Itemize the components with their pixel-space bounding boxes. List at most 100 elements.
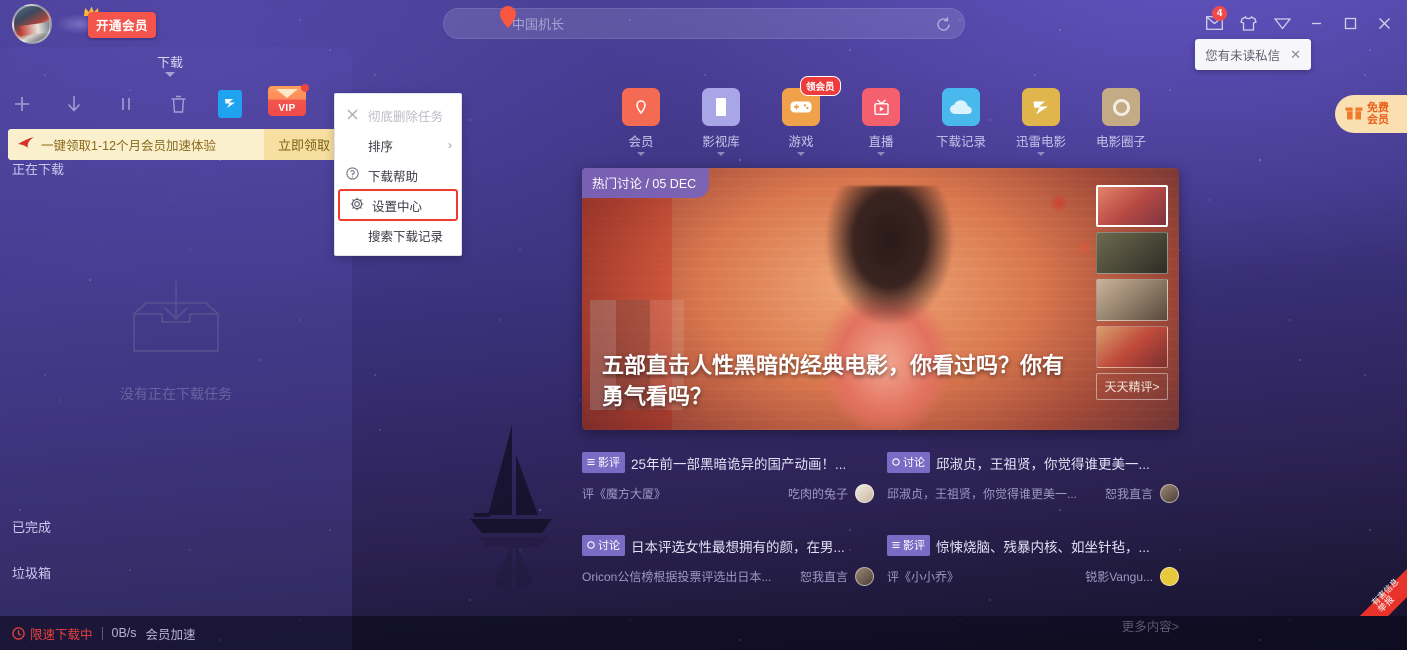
search-bar[interactable]	[443, 8, 965, 39]
nav-label: 下载记录	[924, 131, 998, 150]
pause-download-button[interactable]	[112, 90, 140, 118]
gift-icon	[1345, 103, 1363, 125]
membership-promo-banner[interactable]: 一键领取1-12个月会员加速体验 立即领取	[8, 129, 344, 160]
menu-item-settings-center[interactable]: 设置中心	[339, 190, 457, 220]
promo-text: 一键领取1-12个月会员加速体验	[41, 135, 264, 154]
chevron-down-icon	[877, 152, 885, 156]
menu-item-delete-permanently[interactable]: 彻底删除任务	[335, 100, 461, 130]
article-card[interactable]: 影评 25年前一部黑暗诡异的国产动画！... 评《魔方大厦》 吃肉的兔子	[582, 452, 874, 503]
card-tag-label: 影评	[903, 537, 925, 553]
status-bar: 限速下载中 0B/s 会员加速	[0, 616, 1407, 650]
empty-state: 没有正在下载任务	[0, 277, 352, 404]
card-tag: 讨论	[887, 452, 930, 473]
clock-icon	[12, 627, 25, 640]
chevron-down-icon	[637, 152, 645, 156]
gamepad-icon: 领会员	[782, 88, 820, 126]
avatar[interactable]	[1160, 484, 1179, 503]
skin-icon[interactable]	[1233, 10, 1263, 36]
avatar[interactable]	[855, 484, 874, 503]
vip-card-icon: VIP	[268, 86, 306, 116]
report-badge[interactable]: 举报 有害信息	[1357, 566, 1407, 616]
delete-task-button[interactable]	[164, 90, 192, 118]
card-tag-label: 讨论	[903, 454, 925, 470]
card-subtitle: 评《小小乔》	[887, 568, 1085, 585]
nav-label: 游戏	[764, 131, 838, 150]
refresh-icon[interactable]	[935, 16, 952, 33]
thumbnail-item[interactable]	[1096, 279, 1168, 321]
menu-item-sort[interactable]: 排序 ›	[335, 130, 461, 160]
thunder-icon	[1022, 88, 1060, 126]
card-title: 日本评选女性最想拥有的颜，在男...	[631, 536, 874, 556]
open-membership-button[interactable]: 开通会员	[88, 12, 156, 38]
chevron-down-icon	[165, 72, 175, 77]
promo-claim-button[interactable]: 立即领取	[264, 129, 344, 160]
article-card[interactable]: 讨论 邱淑贞，王祖贤，你觉得谁更美一... 邱淑贞，王祖贤，你觉得谁更美一...…	[887, 452, 1179, 503]
avatar[interactable]	[1160, 567, 1179, 586]
start-download-button[interactable]	[60, 90, 88, 118]
add-task-button[interactable]	[8, 90, 36, 118]
menu-item-label: 彻底删除任务	[368, 106, 443, 125]
device-transfer-button[interactable]	[218, 90, 242, 118]
thumbnail-item[interactable]	[1096, 232, 1168, 274]
card-author: 恕我直言	[800, 568, 848, 585]
nav-item-video-library[interactable]: 影视库	[684, 88, 758, 156]
section-trash[interactable]: 垃圾箱	[12, 563, 51, 582]
close-icon[interactable]	[1369, 10, 1399, 36]
menu-item-download-help[interactable]: 下载帮助	[335, 160, 461, 190]
nav-item-download-history[interactable]: 下载记录	[924, 88, 998, 150]
window-controls: 4	[1199, 10, 1399, 36]
hero-banner[interactable]: 热门讨论 / 05 DEC 五部直击人性黑暗的经典电影，你看过吗？你有勇气看吗？…	[582, 168, 1179, 430]
menu-item-label: 搜索下载记录	[368, 226, 443, 245]
avatar[interactable]	[855, 567, 874, 586]
hero-more-button[interactable]: 天天精评>	[1096, 373, 1168, 400]
card-meta: 评《小小乔》 锐影Vangu...	[887, 567, 1179, 586]
chevron-down-icon[interactable]	[1267, 10, 1297, 36]
speed-limit-status[interactable]: 限速下载中	[12, 624, 93, 643]
avatar[interactable]	[12, 4, 52, 44]
chevron-down-icon	[1037, 152, 1045, 156]
help-icon	[345, 167, 360, 183]
section-completed[interactable]: 已完成	[12, 517, 51, 536]
toast-close-icon[interactable]: ✕	[1290, 47, 1301, 63]
empty-state-text: 没有正在下载任务	[0, 384, 352, 404]
nav-item-games[interactable]: 领会员 游戏	[764, 88, 838, 156]
card-author: 恕我直言	[1105, 485, 1153, 502]
nav-label: 影视库	[684, 131, 758, 150]
mail-icon[interactable]: 4	[1199, 10, 1229, 36]
nav-item-member[interactable]: 会员	[604, 88, 678, 156]
card-header: 讨论 邱淑贞，王祖贤，你觉得谁更美一...	[887, 452, 1179, 473]
nav-label: 会员	[604, 131, 678, 150]
list-icon	[587, 458, 595, 466]
list-icon	[892, 541, 900, 549]
article-card[interactable]: 讨论 日本评选女性最想拥有的颜，在男... Oricon公信榜根据投票评选出日本…	[582, 535, 874, 586]
menu-item-search-download-history[interactable]: 搜索下载记录	[335, 220, 461, 250]
thumbnail-item[interactable]	[1096, 185, 1168, 227]
card-header: 影评 25年前一部黑暗诡异的国产动画！...	[582, 452, 874, 473]
free-vip-text: 免费 会员	[1367, 102, 1389, 126]
article-card[interactable]: 影评 惊悚烧脑、残暴内核、如坐针毡，... 评《小小乔》 锐影Vangu...	[887, 535, 1179, 586]
app-window: 开通会员 4	[0, 0, 1407, 650]
nav-item-movie-circle[interactable]: 电影圈子	[1084, 88, 1158, 150]
search-input[interactable]	[512, 9, 912, 40]
maximize-icon[interactable]	[1335, 10, 1365, 36]
film-icon	[702, 88, 740, 126]
card-meta: 邱淑贞，王祖贤，你觉得谁更美一... 恕我直言	[887, 484, 1179, 503]
card-header: 讨论 日本评选女性最想拥有的颜，在男...	[582, 535, 874, 556]
free-membership-button[interactable]: 免费 会员	[1335, 95, 1407, 133]
tab-download[interactable]: 下载	[157, 52, 183, 77]
nav-label: 电影圈子	[1084, 131, 1158, 150]
menu-item-label: 设置中心	[372, 196, 422, 215]
card-tag: 影评	[887, 535, 930, 556]
vip-label: VIP	[268, 103, 306, 114]
toast-text: 您有未读私信	[1205, 45, 1280, 64]
nav-item-live[interactable]: 直播	[844, 88, 918, 156]
section-downloading[interactable]: 正在下载	[12, 159, 64, 178]
mail-unread-badge: 4	[1212, 6, 1227, 21]
thumbnail-item[interactable]	[1096, 326, 1168, 368]
member-acceleration-link[interactable]: 会员加速	[146, 624, 196, 643]
nav-item-thunder-movies[interactable]: 迅雷电影	[1004, 88, 1078, 156]
context-menu: 彻底删除任务 排序 › 下载帮助 设置中心 搜索下载记录	[334, 93, 462, 256]
vip-gift-button[interactable]: VIP	[268, 86, 306, 120]
minimize-icon[interactable]	[1301, 10, 1331, 36]
card-title: 25年前一部黑暗诡异的国产动画！...	[631, 453, 874, 473]
